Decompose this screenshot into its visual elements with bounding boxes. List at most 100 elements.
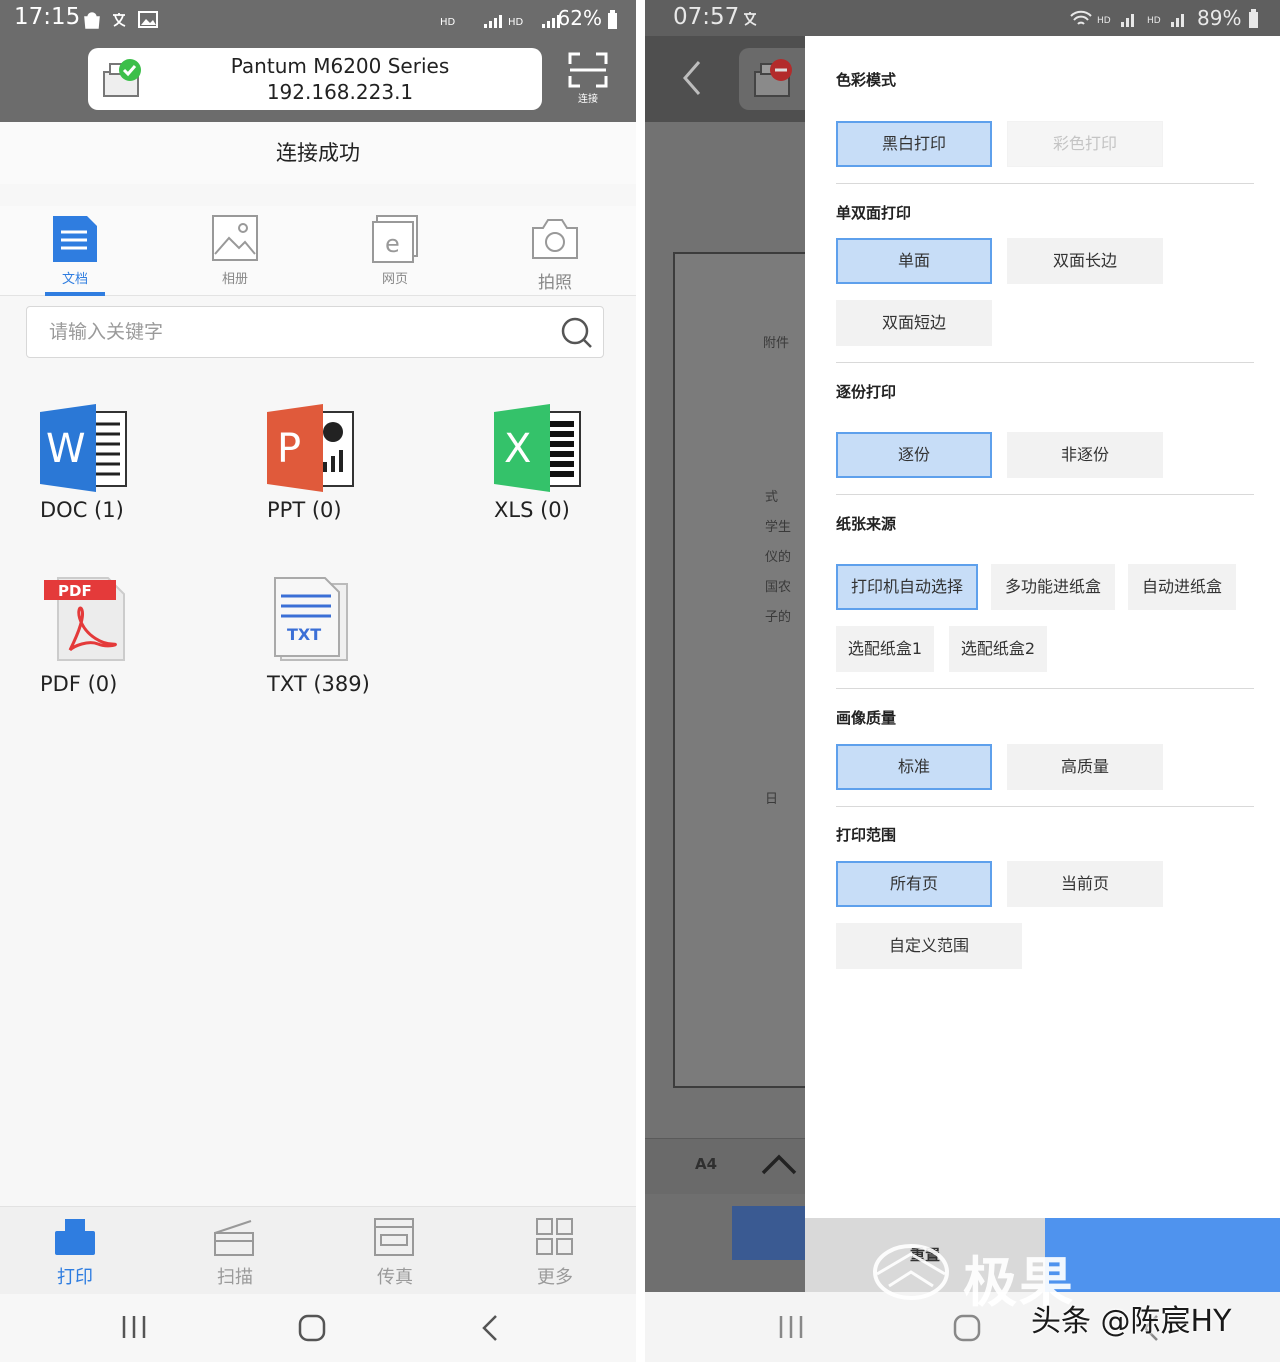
home-icon[interactable] [953,1314,981,1342]
nav-scan[interactable]: 扫描 [175,1207,295,1295]
nav-label: 传真 [377,1267,413,1288]
word-icon: W [40,404,127,492]
search-icon[interactable] [561,317,593,349]
tab-album[interactable]: 相册 [175,206,295,296]
excel-icon: X [494,404,581,492]
search-box [26,306,604,358]
powerpoint-icon: P [267,404,354,492]
confirm-button[interactable] [1045,1218,1280,1292]
printer-selector[interactable]: Pantum M6200 Series 192.168.223.1 [88,48,542,110]
paper-size-bar[interactable]: A4 [645,1138,805,1194]
battery-percent: 89% [1197,6,1242,30]
status-bar: 17:15 HD HD 62% [0,0,636,40]
tab-label: 相册 [221,272,248,287]
file-type-label: PPT (0) [267,498,342,522]
file-type-ppt[interactable]: P PPT (0) [267,402,447,542]
nav-label: 打印 [57,1267,93,1288]
back-arrow-icon[interactable] [679,58,703,98]
pdf-icon: PDF [44,577,125,661]
tab-camera[interactable]: 拍照 [495,206,615,296]
file-type-label: TXT (389) [267,672,370,696]
scan-icon [214,1220,254,1256]
connection-status: 连接成功 [0,122,636,184]
option-multipurpose-tray[interactable]: 多功能进纸盒 [991,564,1115,610]
svg-text:TXT: TXT [287,625,321,644]
doc-text-line: 仪的 [765,550,792,565]
system-navigation-bar [0,1294,636,1362]
option-black-white[interactable]: 黑白打印 [836,121,992,167]
file-type-doc[interactable]: W DOC (1) [40,402,220,542]
section-title-print-range: 打印范围 [836,826,897,844]
preview-app-bar [645,36,819,122]
option-optional-tray-1[interactable]: 选配纸盒1 [836,626,934,672]
battery-icon [1249,9,1258,28]
option-collate[interactable]: 逐份 [836,432,992,478]
search-input[interactable] [49,307,549,357]
printer-disconnected-icon [754,59,792,97]
browser-icon: e [372,215,418,263]
camera-icon [532,219,578,259]
printer-ip: 192.168.223.1 [266,80,414,104]
divider [836,688,1254,689]
tab-documents[interactable]: 文档 [15,206,135,296]
svg-text:HD: HD [508,17,524,28]
doc-text-line: 日 [765,792,779,807]
file-type-label: XLS (0) [494,498,570,522]
option-color: 彩色打印 [1007,121,1163,167]
divider [836,183,1254,184]
nav-label: 扫描 [217,1267,253,1288]
file-type-txt[interactable]: TXT TXT (389) [267,574,447,714]
more-grid-icon [536,1218,573,1255]
watermark-logo-icon [873,1244,949,1300]
option-auto-feed-tray[interactable]: 自动进纸盒 [1128,564,1236,610]
nav-print[interactable]: 打印 [15,1207,135,1295]
home-icon[interactable] [298,1314,326,1342]
chevron-up-icon[interactable] [761,1149,797,1179]
option-optional-tray-2[interactable]: 选配纸盒2 [949,626,1047,672]
print-icon [55,1219,95,1255]
active-tab-indicator [45,292,105,296]
divider [836,494,1254,495]
option-high-quality[interactable]: 高质量 [1007,744,1163,790]
svg-text:HD: HD [1097,16,1111,26]
svg-text:e: e [385,230,400,258]
svg-text:P: P [277,426,301,472]
txt-icon: TXT [274,577,348,661]
option-all-pages[interactable]: 所有页 [836,861,992,907]
option-single-sided[interactable]: 单面 [836,238,992,284]
file-type-pdf[interactable]: PDF PDF (0) [40,574,220,714]
section-title-color-mode: 色彩模式 [836,71,897,89]
option-duplex-long-edge[interactable]: 双面长边 [1007,238,1163,284]
doc-text-line: 学生 [765,520,792,535]
option-current-page[interactable]: 当前页 [1007,861,1163,907]
option-auto-select-tray[interactable]: 打印机自动选择 [836,564,978,610]
status-time: 17:15 [14,4,81,30]
back-icon[interactable] [480,1314,500,1342]
file-type-xls[interactable]: X XLS (0) [494,402,636,542]
connect-scan-button[interactable]: 连接 [566,52,610,106]
translate-icon [744,12,757,26]
option-standard-quality[interactable]: 标准 [836,744,992,790]
printer-name: Pantum M6200 Series [230,54,450,78]
nav-more[interactable]: 更多 [495,1207,615,1295]
section-title-paper-source: 纸张来源 [836,515,897,533]
option-duplex-short-edge[interactable]: 双面短边 [836,300,992,346]
recent-apps-icon[interactable] [120,1314,148,1340]
nav-fax[interactable]: 传真 [335,1207,455,1295]
file-type-label: PDF (0) [40,672,118,696]
scan-frame-icon [568,52,608,88]
doc-text-line: 子的 [765,610,792,625]
svg-text:PDF: PDF [58,582,92,600]
wifi-signal-icons: HD HD [1070,10,1184,27]
doc-text-line: 附件 [763,336,790,351]
section-title-collate: 逐份打印 [836,383,897,401]
printer-header: Pantum M6200 Series 192.168.223.1 连接 [0,40,636,122]
print-button-partial[interactable] [732,1206,805,1260]
connect-label: 连接 [578,94,598,105]
option-custom-range[interactable]: 自定义范围 [836,923,1022,969]
gallery-notification-icon [138,11,158,28]
tab-webpage[interactable]: e 网页 [335,206,455,296]
recent-apps-icon[interactable] [777,1314,805,1340]
option-no-collate[interactable]: 非逐份 [1007,432,1163,478]
bottom-navigation: 打印 扫描 传真 更多 [0,1206,636,1294]
